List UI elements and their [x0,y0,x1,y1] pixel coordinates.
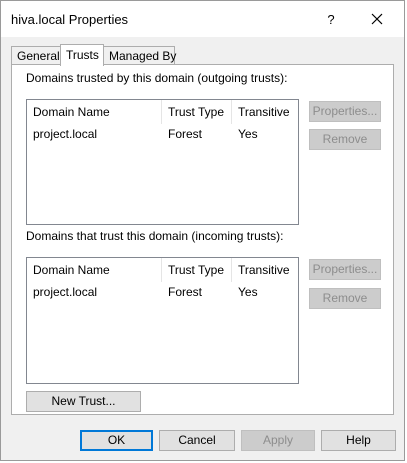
list-header: Domain Name Trust Type Transitive [27,258,298,282]
trusts-panel: Domains trusted by this domain (outgoing… [11,64,394,415]
column-transitive[interactable]: Transitive [232,258,298,282]
incoming-properties-button[interactable]: Properties... [309,259,381,280]
column-transitive[interactable]: Transitive [232,100,298,124]
domain-name-cell: project.local [33,127,98,141]
incoming-remove-button[interactable]: Remove [309,288,381,309]
outgoing-properties-button[interactable]: Properties... [309,101,381,122]
trust-type-cell: Forest [168,285,203,299]
cancel-button[interactable]: Cancel [159,430,235,451]
transitive-cell: Yes [238,285,258,299]
tab-managed-by[interactable]: Managed By [103,46,176,64]
column-trust-type[interactable]: Trust Type [162,258,232,282]
tab-general[interactable]: General [11,46,61,64]
help-button[interactable]: ? [309,1,353,37]
tab-trusts[interactable]: Trusts [60,44,104,66]
title-bar: hiva.local Properties ? [1,1,404,37]
incoming-trusts-list[interactable]: Domain Name Trust Type Transitive projec… [26,257,299,384]
apply-button[interactable]: Apply [241,430,315,451]
outgoing-trusts-list[interactable]: Domain Name Trust Type Transitive projec… [26,99,299,225]
window-title: hiva.local Properties [11,12,129,27]
outgoing-trusts-label: Domains trusted by this domain (outgoing… [26,71,288,85]
list-header: Domain Name Trust Type Transitive [27,100,298,124]
help-footer-button[interactable]: Help [321,430,396,451]
domain-name-cell: project.local [33,285,98,299]
outgoing-remove-button[interactable]: Remove [309,129,381,150]
column-trust-type[interactable]: Trust Type [162,100,232,124]
ok-button[interactable]: OK [80,430,153,451]
close-icon [371,13,383,25]
trust-type-cell: Forest [168,127,203,141]
outgoing-trust-row[interactable]: project.local Forest Yes [27,125,298,143]
incoming-trusts-label: Domains that trust this domain (incoming… [26,229,284,243]
new-trust-button[interactable]: New Trust... [26,391,141,412]
incoming-trust-row[interactable]: project.local Forest Yes [27,283,298,301]
close-button[interactable] [355,1,399,37]
column-domain-name[interactable]: Domain Name [27,258,162,282]
transitive-cell: Yes [238,127,258,141]
properties-dialog: hiva.local Properties ? General Trusts M… [0,0,405,461]
column-domain-name[interactable]: Domain Name [27,100,162,124]
